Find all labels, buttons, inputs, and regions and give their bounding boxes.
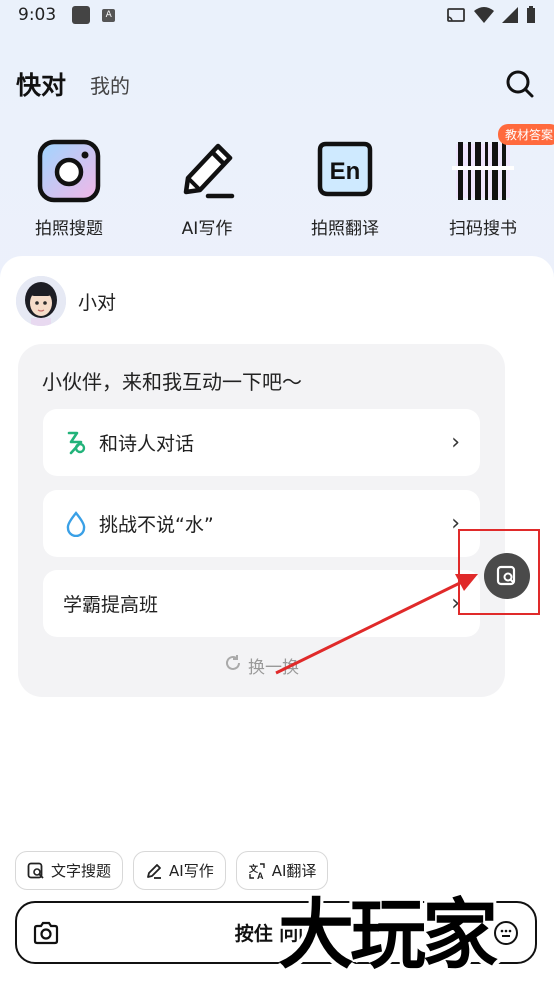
tool-scan-book[interactable]: 教材答案 扫码搜书	[414, 124, 554, 239]
chip-label: AI翻译	[271, 862, 317, 880]
tool-label: 拍照搜题	[35, 219, 103, 239]
bot-name: 小对	[78, 291, 117, 314]
status-bar: 9:03 A	[0, 0, 554, 30]
textbook-answer-badge: 教材答案	[498, 124, 554, 145]
bot-header: 小对	[16, 276, 116, 326]
chip-label: 文字搜题	[51, 862, 112, 880]
camera-button[interactable]	[31, 918, 61, 948]
svg-text:A: A	[257, 871, 264, 880]
chevron-right-icon: ›	[451, 430, 460, 455]
translate-small-icon: 文A	[248, 862, 266, 880]
option-label: 学霸提高班	[63, 594, 159, 616]
suggestion-card: 小伙伴，来和我互动一下吧～ 和诗人对话 › 挑战不说“水” › 学霸提高班 › …	[18, 344, 505, 697]
option-label: 挑战不说“水”	[99, 514, 214, 536]
tab-mine[interactable]: 我的	[90, 70, 130, 99]
svg-text:En: En	[330, 158, 361, 185]
refresh-label: 换一换	[248, 658, 299, 678]
option-poet-chat[interactable]: 和诗人对话 ›	[43, 409, 480, 476]
battery-icon	[527, 6, 535, 23]
camera-small-icon	[33, 921, 59, 944]
chip-label: AI写作	[169, 862, 214, 880]
notification-icon	[72, 6, 91, 24]
pencil-icon	[183, 143, 235, 199]
refresh-icon	[224, 654, 242, 677]
tools-row: 拍照搜题 AI写作 En 拍照翻译 教材答案 扫码搜书	[0, 124, 554, 239]
tool-ai-writing[interactable]: AI写作	[138, 136, 276, 239]
avatar	[16, 276, 66, 326]
translate-icon: En	[317, 141, 373, 197]
search-icon	[506, 70, 534, 98]
watermark: 大玩家	[278, 890, 498, 979]
cast-icon	[447, 8, 465, 22]
tool-label: 扫码搜书	[449, 219, 517, 239]
chip-text-search[interactable]: 文字搜题	[15, 851, 124, 890]
top-nav: 快对 我的	[16, 62, 538, 106]
tab-kuaidui[interactable]: 快对	[16, 66, 66, 102]
tool-photo-translate[interactable]: En 拍照翻译	[276, 136, 414, 239]
barcode-icon	[452, 142, 514, 200]
water-drop-icon	[63, 510, 89, 537]
refresh-button[interactable]: 换一换	[18, 653, 505, 678]
card-title: 小伙伴，来和我互动一下吧～	[42, 370, 302, 394]
option-label: 和诗人对话	[99, 433, 195, 455]
tool-label: AI写作	[181, 219, 233, 239]
status-time: 9:03	[18, 5, 57, 25]
poet-icon	[63, 430, 89, 456]
chip-ai-writing[interactable]: AI写作	[133, 851, 226, 890]
option-no-water[interactable]: 挑战不说“水” ›	[43, 490, 480, 557]
signal-icon	[502, 7, 518, 23]
a-badge-icon: A	[102, 8, 116, 22]
search-button[interactable]	[502, 66, 538, 102]
wifi-icon	[474, 7, 494, 23]
status-icons	[446, 6, 536, 24]
chip-ai-translate[interactable]: 文A AI翻译	[235, 851, 329, 890]
pen-icon	[145, 862, 163, 880]
highlight-box	[458, 529, 540, 615]
text-search-icon	[27, 862, 45, 880]
tool-photo-search[interactable]: 拍照搜题	[0, 136, 138, 239]
quick-chips: 文字搜题 AI写作 文A AI翻译	[15, 851, 329, 890]
camera-icon	[37, 139, 101, 203]
option-top-student[interactable]: 学霸提高班 ›	[43, 570, 480, 637]
tool-label: 拍照翻译	[311, 219, 379, 239]
